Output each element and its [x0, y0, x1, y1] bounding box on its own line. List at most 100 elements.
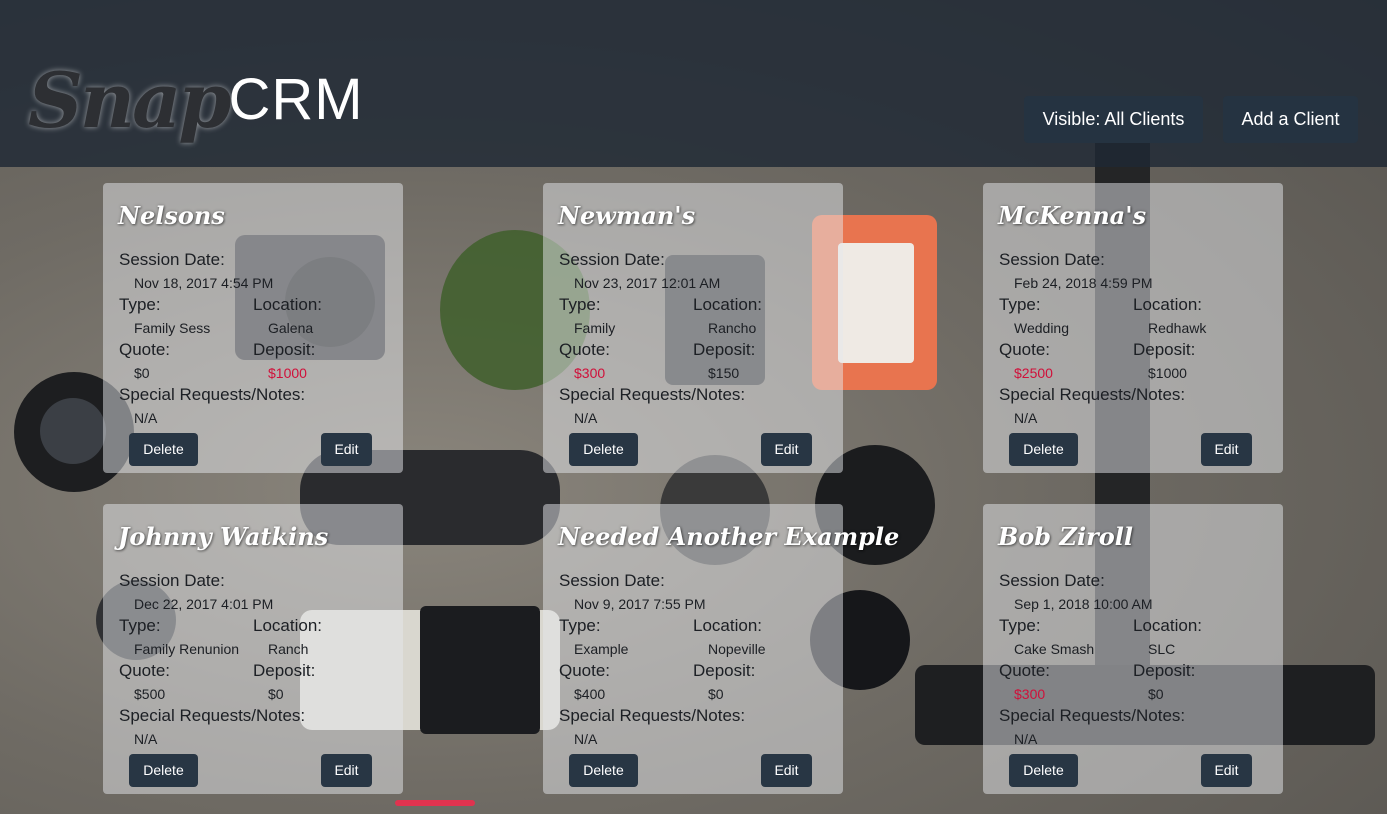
- delete-client-button[interactable]: Delete: [129, 754, 198, 787]
- quote-value: $2500: [1014, 365, 1053, 381]
- client-card: Newman's Session Date: Nov 23, 2017 12:01 …: [543, 183, 843, 473]
- location-value: Galena: [268, 320, 314, 336]
- location-value: Redhawk: [1148, 320, 1207, 336]
- client-card: McKenna's Session Date: Feb 24, 2018 4:59 …: [983, 183, 1283, 473]
- edit-client-button[interactable]: Edit: [321, 754, 372, 787]
- deposit-value: $0: [708, 686, 724, 702]
- notes-value: N/A: [574, 410, 598, 426]
- deposit-label: Deposit:: [1133, 661, 1196, 680]
- location-label: Location:: [1133, 295, 1202, 314]
- session-date-value: Nov 18, 2017 4:54 PM: [134, 275, 274, 291]
- session-date-label: Session Date:: [559, 250, 665, 269]
- client-name: Nelsons: [118, 201, 225, 230]
- type-value: Cake Smash: [1014, 641, 1095, 657]
- notes-label: Special Requests/Notes:: [119, 385, 306, 404]
- quote-value: $500: [134, 686, 166, 702]
- location-label: Location:: [1133, 616, 1202, 635]
- quote-label: Quote:: [119, 340, 171, 359]
- location-label: Location:: [253, 295, 322, 314]
- location-label: Location:: [253, 616, 322, 635]
- session-date-label: Session Date:: [999, 571, 1105, 590]
- type-value: Wedding: [1014, 320, 1070, 336]
- quote-value: $300: [574, 365, 606, 381]
- quote-label: Quote:: [999, 340, 1051, 359]
- session-date-value: Nov 9, 2017 7:55 PM: [574, 596, 706, 612]
- session-date-value: Dec 22, 2017 4:01 PM: [134, 596, 274, 612]
- client-name: Johnny Watkins: [118, 522, 329, 551]
- client-card: Bob Ziroll Session Date: Sep 1, 2018 10:00…: [983, 504, 1283, 794]
- type-label: Type:: [999, 616, 1041, 635]
- session-date-label: Session Date:: [559, 571, 665, 590]
- client-name: Newman's: [558, 201, 696, 230]
- location-value: Ranch: [268, 641, 309, 657]
- type-label: Type:: [119, 295, 161, 314]
- quote-label: Quote:: [999, 661, 1051, 680]
- quote-value: $300: [1014, 686, 1046, 702]
- delete-client-button[interactable]: Delete: [1009, 433, 1078, 466]
- logo-script: Snap: [28, 56, 232, 145]
- edit-client-button[interactable]: Edit: [761, 433, 812, 466]
- deposit-value: $0: [1148, 686, 1164, 702]
- type-value: Family: [574, 320, 616, 336]
- edit-client-button[interactable]: Edit: [761, 754, 812, 787]
- edit-client-button[interactable]: Edit: [1201, 433, 1252, 466]
- session-date-label: Session Date:: [999, 250, 1105, 269]
- client-name: McKenna's: [998, 201, 1147, 230]
- notes-value: N/A: [134, 410, 158, 426]
- location-value: Nopeville: [708, 641, 766, 657]
- notes-value: N/A: [1014, 731, 1038, 747]
- type-value: Family Sess: [134, 320, 211, 336]
- edit-client-button[interactable]: Edit: [321, 433, 372, 466]
- header-bar: SnapCRM Visible: All Clients Add a Clien…: [0, 0, 1387, 167]
- notes-value: N/A: [574, 731, 598, 747]
- session-date-value: Feb 24, 2018 4:59 PM: [1014, 275, 1153, 291]
- type-value: Family Renunion: [134, 641, 240, 657]
- deposit-value: $0: [268, 686, 284, 702]
- delete-client-button[interactable]: Delete: [569, 433, 638, 466]
- deposit-label: Deposit:: [693, 340, 756, 359]
- client-name: Bob Ziroll: [998, 522, 1133, 551]
- notes-label: Special Requests/Notes:: [559, 385, 746, 404]
- quote-label: Quote:: [119, 661, 171, 680]
- deposit-label: Deposit:: [253, 340, 316, 359]
- app-logo[interactable]: SnapCRM: [28, 56, 364, 156]
- deposit-value: $150: [708, 365, 740, 381]
- session-date-value: Sep 1, 2018 10:00 AM: [1014, 596, 1153, 612]
- deposit-label: Deposit:: [693, 661, 756, 680]
- notes-label: Special Requests/Notes:: [999, 706, 1186, 725]
- delete-client-button[interactable]: Delete: [569, 754, 638, 787]
- delete-client-button[interactable]: Delete: [1009, 754, 1078, 787]
- location-label: Location:: [693, 616, 762, 635]
- session-date-label: Session Date:: [119, 250, 225, 269]
- deposit-value: $1000: [268, 365, 307, 381]
- deposit-label: Deposit:: [253, 661, 316, 680]
- client-name: Needed Another Example: [558, 522, 900, 551]
- type-label: Type:: [559, 295, 601, 314]
- type-label: Type:: [559, 616, 601, 635]
- delete-client-button[interactable]: Delete: [129, 433, 198, 466]
- logo-text: CRM: [228, 67, 364, 132]
- notes-label: Special Requests/Notes:: [119, 706, 306, 725]
- add-client-button[interactable]: Add a Client: [1223, 96, 1358, 143]
- type-label: Type:: [999, 295, 1041, 314]
- location-value: Rancho: [708, 320, 757, 336]
- location-label: Location:: [693, 295, 762, 314]
- client-card: Needed Another Example Session Date: Nov 9…: [543, 504, 899, 794]
- visibility-filter-button[interactable]: Visible: All Clients: [1024, 96, 1203, 143]
- quote-value: $0: [134, 365, 150, 381]
- client-card: Johnny Watkins Session Date: Dec 22, 2017 …: [103, 504, 403, 794]
- quote-value: $400: [574, 686, 606, 702]
- notes-label: Special Requests/Notes:: [559, 706, 746, 725]
- deposit-value: $1000: [1148, 365, 1187, 381]
- location-value: SLC: [1148, 641, 1176, 657]
- edit-client-button[interactable]: Edit: [1201, 754, 1252, 787]
- session-date-value: Nov 23, 2017 12:01 AM: [574, 275, 721, 291]
- notes-value: N/A: [1014, 410, 1038, 426]
- deposit-label: Deposit:: [1133, 340, 1196, 359]
- quote-label: Quote:: [559, 340, 611, 359]
- type-label: Type:: [119, 616, 161, 635]
- type-value: Example: [574, 641, 629, 657]
- client-card: Nelsons Session Date: Nov 18, 2017 4:54 PM…: [103, 183, 403, 473]
- notes-label: Special Requests/Notes:: [999, 385, 1186, 404]
- quote-label: Quote:: [559, 661, 611, 680]
